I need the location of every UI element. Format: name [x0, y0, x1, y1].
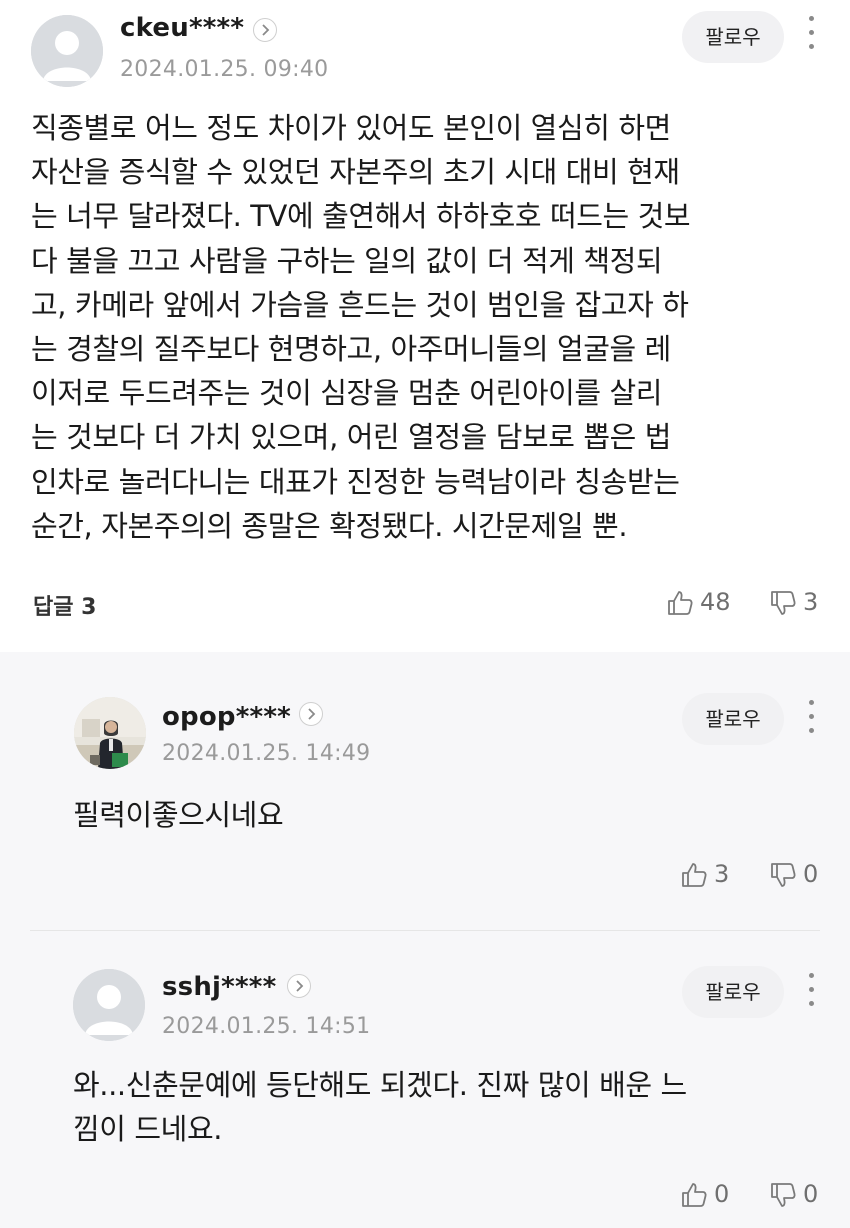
reply-count-button[interactable]: 답글 3: [33, 589, 96, 621]
like-button[interactable]: 0: [680, 1179, 740, 1211]
reply-body: 필력이좋으시네요: [73, 798, 284, 832]
reply-divider: [30, 930, 820, 931]
thumbs-up-icon: [668, 591, 693, 615]
reply-timestamp: 2024.01.25. 14:51: [162, 1014, 371, 1039]
dislike-count: 0: [803, 1180, 819, 1208]
replies-section: opop**** 2024.01.25. 14:49 팔로우 필력이좋으시네요 …: [0, 652, 850, 1228]
reply-timestamp: 2024.01.25. 14:49: [162, 741, 371, 766]
dislike-button[interactable]: 0: [769, 1179, 829, 1211]
thumbs-down-icon: [771, 1183, 796, 1207]
more-vertical-icon[interactable]: [806, 973, 818, 1011]
like-count: 3: [714, 860, 730, 888]
comment-body: 직종별로 어느 정도 차이가 있어도 본인이 열심히 하면 자산을 증식할 수 …: [31, 111, 691, 543]
thumbs-down-icon: [771, 863, 796, 887]
chevron-right-icon[interactable]: [299, 702, 323, 726]
follow-button[interactable]: 팔로우: [682, 966, 784, 1018]
thumbs-up-icon: [682, 863, 707, 887]
main-comment: ckeu**** 2024.01.25. 09:40 팔로우 직종별로 어느 정…: [0, 0, 850, 652]
reply-username[interactable]: opop****: [162, 702, 291, 732]
follow-button[interactable]: 팔로우: [682, 11, 784, 63]
reply-username[interactable]: sshj****: [162, 972, 276, 1002]
default-avatar-icon[interactable]: [73, 969, 145, 1041]
thumbs-down-icon: [771, 591, 796, 615]
dislike-button[interactable]: 3: [769, 587, 829, 619]
comment-thread: ckeu**** 2024.01.25. 09:40 팔로우 직종별로 어느 정…: [0, 0, 850, 1228]
dislike-count: 3: [803, 588, 819, 616]
more-vertical-icon[interactable]: [806, 16, 818, 54]
profile-photo-avatar[interactable]: [74, 697, 146, 769]
chevron-right-icon[interactable]: [287, 974, 311, 998]
follow-button[interactable]: 팔로우: [682, 693, 784, 745]
chevron-right-icon[interactable]: [253, 18, 277, 42]
thumbs-up-icon: [682, 1183, 707, 1207]
like-count: 48: [700, 588, 731, 616]
dislike-count: 0: [803, 860, 819, 888]
dislike-button[interactable]: 0: [769, 859, 829, 891]
more-vertical-icon[interactable]: [806, 700, 818, 738]
like-count: 0: [714, 1180, 730, 1208]
comment-timestamp: 2024.01.25. 09:40: [120, 57, 329, 82]
like-button[interactable]: 3: [680, 859, 740, 891]
reply-body: 와...신춘문예에 등단해도 되겠다. 진짜 많이 배운 느 낌이 드네요.: [73, 1068, 687, 1147]
like-button[interactable]: 48: [666, 587, 736, 619]
comment-username[interactable]: ckeu****: [120, 13, 244, 43]
default-avatar-icon[interactable]: [31, 15, 103, 87]
